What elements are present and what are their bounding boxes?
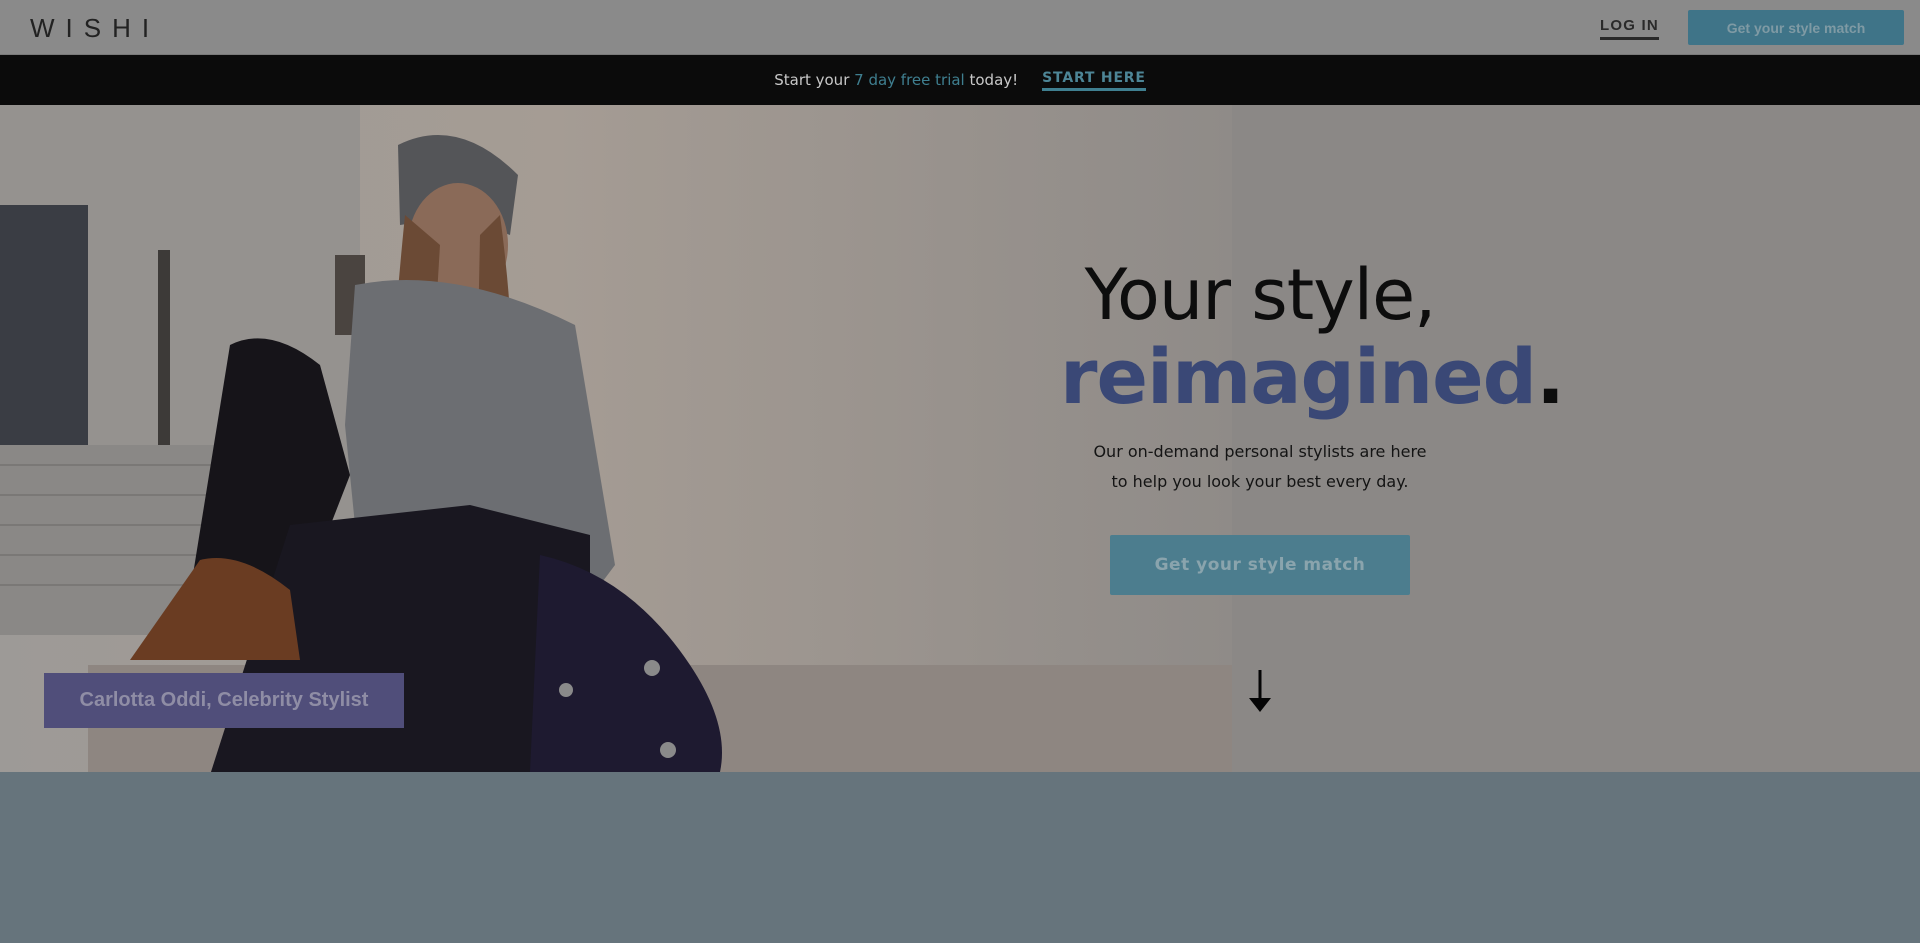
- hero-title-reimagined: reimagined: [1060, 332, 1537, 421]
- hero-title-line1: Your style,: [1084, 254, 1437, 336]
- hero-text-block: Your style, reimagined. Our on-demand pe…: [1060, 254, 1565, 497]
- stylist-caption: Carlotta Oddi, Celebrity Stylist: [44, 673, 404, 728]
- start-here-link[interactable]: START HERE: [1042, 70, 1146, 91]
- site-header: WISHI LOG IN Get your style match: [0, 0, 1920, 55]
- hero-subtitle: Our on-demand personal stylists are here…: [1060, 437, 1460, 497]
- promo-suffix: today!: [964, 71, 1019, 89]
- promo-bar: Start your 7 day free trial today! START…: [0, 55, 1920, 105]
- hero-subtitle-line2: to help you look your best every day.: [1111, 472, 1409, 491]
- arrow-down-icon[interactable]: [1245, 670, 1275, 714]
- hero-section: Carlotta Oddi, Celebrity Stylist Your st…: [0, 105, 1920, 772]
- header-style-match-button[interactable]: Get your style match: [1688, 10, 1904, 45]
- hero-title-period: .: [1536, 332, 1565, 421]
- promo-highlight: 7 day free trial: [854, 71, 965, 89]
- promo-prefix: Start your: [774, 71, 855, 89]
- login-link[interactable]: LOG IN: [1600, 17, 1659, 40]
- hero-subtitle-line1: Our on-demand personal stylists are here: [1093, 442, 1427, 461]
- hero-photo: [0, 105, 1232, 772]
- hero-title-line2: reimagined.: [1060, 335, 1565, 419]
- wishi-logo[interactable]: WISHI: [30, 13, 160, 44]
- hero-style-match-button[interactable]: Get your style match: [1110, 535, 1410, 595]
